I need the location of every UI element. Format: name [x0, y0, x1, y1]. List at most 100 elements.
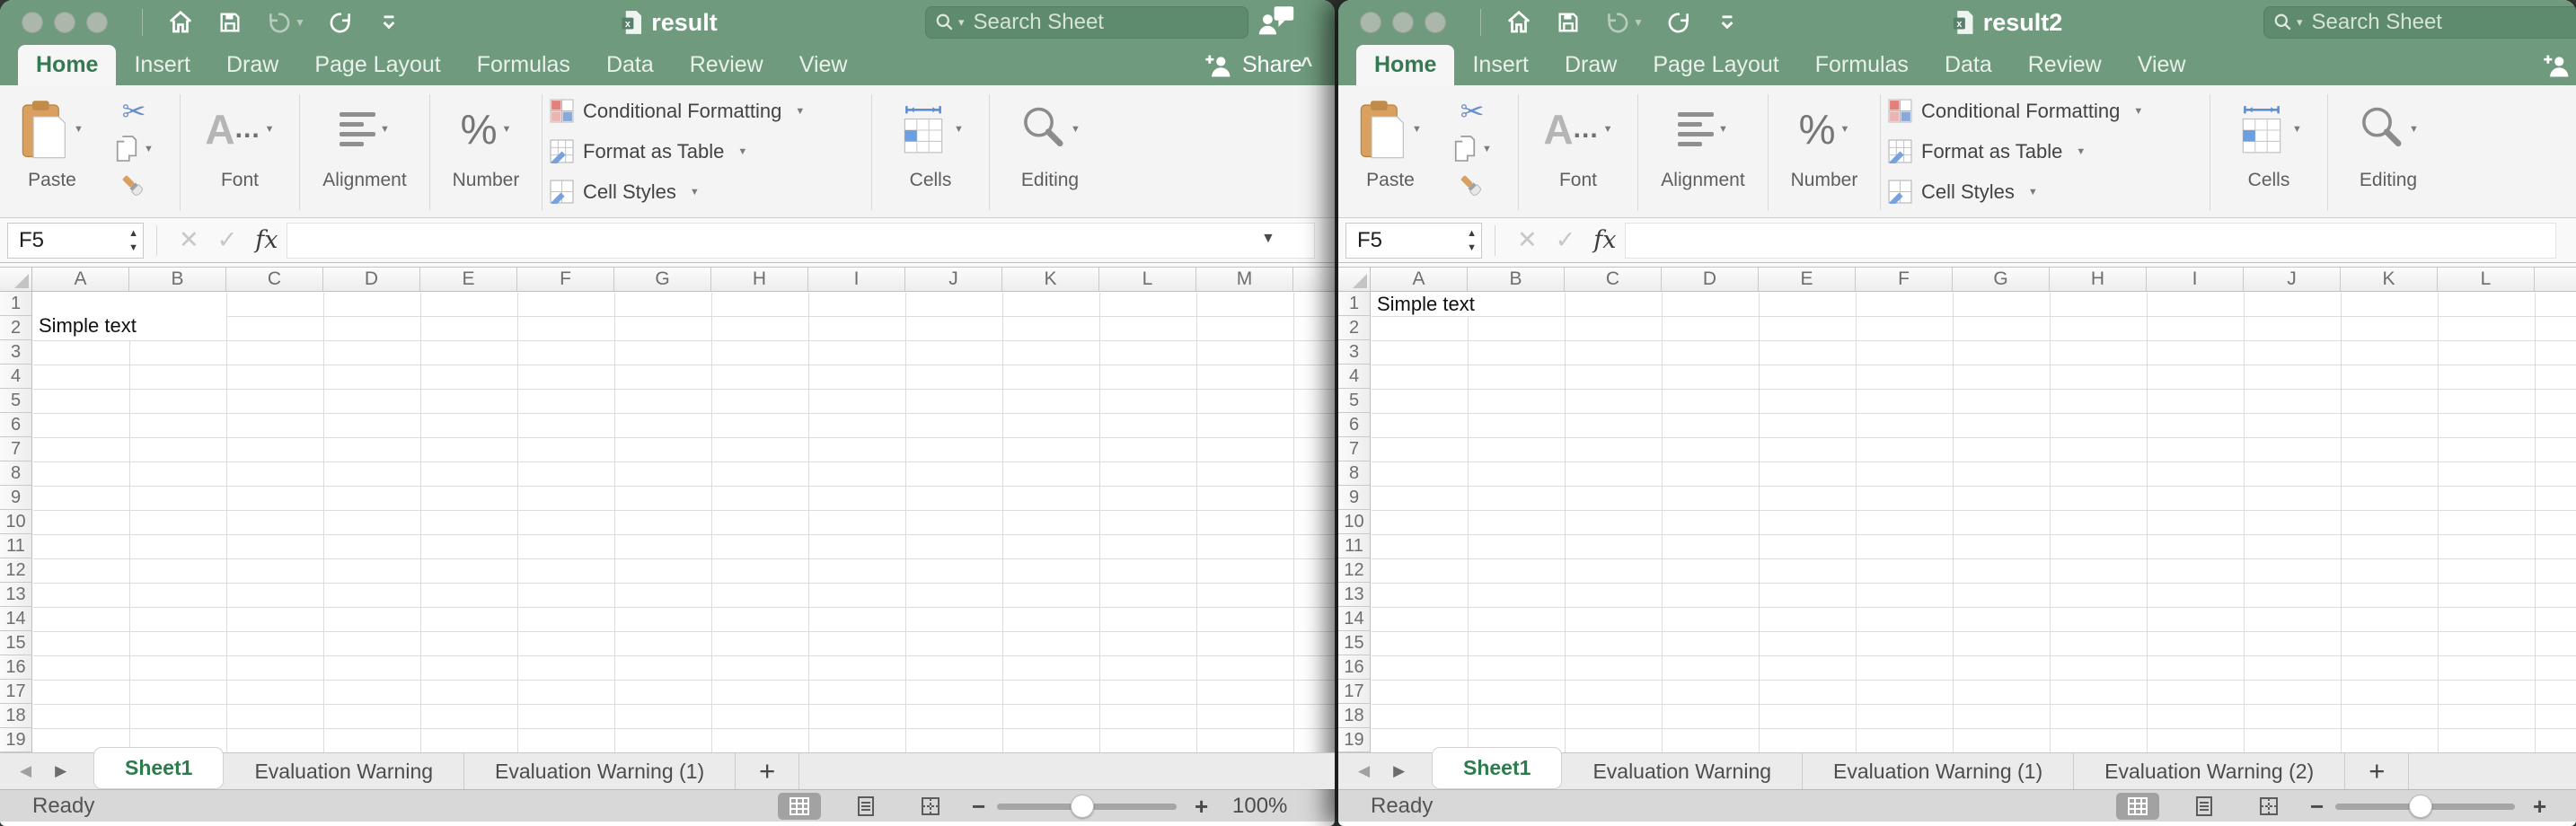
ribbon-tab[interactable]: Formulas: [1797, 45, 1927, 85]
sheet-tab[interactable]: Evaluation Warning (1): [1803, 753, 2074, 789]
ribbon-tab[interactable]: View: [2120, 45, 2204, 85]
cell-A1[interactable]: Simple text: [1372, 293, 1566, 317]
column-header[interactable]: F: [517, 268, 614, 291]
ribbon-tab[interactable]: Review: [672, 45, 781, 85]
formula-input[interactable]: [1625, 223, 2556, 259]
stepper-down-icon[interactable]: ▼: [128, 241, 138, 255]
cell-styles-button[interactable]: Cell Styles ▼: [550, 171, 700, 212]
insert-function-button[interactable]: fx: [1593, 226, 1616, 254]
cut-button[interactable]: ✂: [122, 92, 146, 130]
normal-view-button[interactable]: [778, 793, 821, 820]
next-sheet-arrow[interactable]: ▶: [55, 762, 66, 780]
row-header[interactable]: 7: [0, 437, 31, 461]
row-header[interactable]: 8: [1338, 461, 1370, 486]
cells-caret[interactable]: ▼: [954, 124, 964, 135]
row-header[interactable]: 3: [1338, 340, 1370, 365]
copy-button[interactable]: ▼: [1452, 130, 1492, 168]
column-header[interactable]: L: [2438, 268, 2535, 291]
column-header[interactable]: B: [129, 268, 226, 291]
page-layout-view-button[interactable]: [844, 793, 887, 820]
row-header[interactable]: 9: [0, 486, 31, 510]
copy-button[interactable]: ▼: [114, 130, 154, 168]
cancel-entry-button[interactable]: ✕: [1517, 226, 1538, 254]
cells-group[interactable]: ▼ Cells: [879, 85, 982, 217]
stepper-up-icon[interactable]: ▲: [128, 226, 138, 241]
zoom-window-button[interactable]: [86, 12, 108, 33]
column-header[interactable]: H: [2050, 268, 2147, 291]
row-header[interactable]: 10: [1338, 510, 1370, 534]
row-header[interactable]: 16: [1338, 655, 1370, 680]
row-header[interactable]: 1: [0, 292, 31, 316]
row-header[interactable]: 13: [0, 583, 31, 607]
home-quick-button[interactable]: [1505, 9, 1532, 36]
row-header[interactable]: 18: [1338, 704, 1370, 728]
cell-styles-button[interactable]: Cell Styles ▼: [1888, 171, 2038, 212]
sheet-tab[interactable]: Evaluation Warning: [1562, 753, 1803, 789]
format-as-table-button[interactable]: Format as Table ▼: [550, 131, 747, 171]
undo-menu-caret[interactable]: ▼: [1633, 16, 1644, 29]
row-header[interactable]: 16: [0, 655, 31, 680]
undo-button[interactable]: ▼: [1604, 10, 1644, 35]
insert-function-button[interactable]: fx: [255, 226, 278, 254]
font-caret[interactable]: ▼: [265, 124, 275, 135]
editing-group[interactable]: ▼ Editing: [997, 85, 1103, 217]
share-button[interactable]: Share: [1204, 45, 1302, 85]
number-caret[interactable]: ▼: [1840, 124, 1850, 135]
ribbon-tab[interactable]: Draw: [1547, 45, 1635, 85]
cell-grid[interactable]: Simple text: [1372, 293, 2576, 752]
formula-expand-caret[interactable]: ▼: [1261, 231, 1275, 247]
row-header[interactable]: 15: [0, 631, 31, 655]
row-header[interactable]: 14: [1338, 607, 1370, 631]
zoom-in-button[interactable]: +: [2533, 790, 2546, 822]
formula-input[interactable]: [287, 223, 1315, 259]
ribbon-tab[interactable]: Insert: [116, 45, 208, 85]
column-header[interactable]: J: [2244, 268, 2341, 291]
ribbon-tab[interactable]: Insert: [1454, 45, 1547, 85]
sheet-tab[interactable]: Sheet1: [1432, 747, 1562, 789]
ribbon-tab[interactable]: Review: [2010, 45, 2120, 85]
copy-caret[interactable]: ▼: [144, 144, 154, 154]
next-sheet-arrow[interactable]: ▶: [1393, 762, 1405, 780]
format-painter-button[interactable]: [120, 168, 147, 206]
alignment-caret[interactable]: ▼: [380, 124, 390, 135]
conditional-formatting-button[interactable]: Conditional Formatting ▼: [1888, 91, 2143, 131]
row-header[interactable]: 15: [1338, 631, 1370, 655]
stepper-down-icon[interactable]: ▼: [1467, 241, 1477, 255]
search-sheet-box[interactable]: ▾ Search Sheet: [2263, 6, 2576, 39]
column-header[interactable]: B: [1468, 268, 1565, 291]
confirm-entry-button[interactable]: ✓: [217, 226, 238, 254]
zoom-slider-thumb[interactable]: [2409, 795, 2432, 818]
add-sheet-button[interactable]: +: [736, 753, 799, 789]
zoom-percentage[interactable]: 100%: [1232, 790, 1287, 822]
sheet-tab[interactable]: Evaluation Warning: [224, 753, 464, 789]
name-box[interactable]: F5 ▲ ▼: [1345, 223, 1482, 259]
paste-caret[interactable]: ▼: [1412, 124, 1422, 135]
column-header[interactable]: F: [1856, 268, 1953, 291]
page-break-view-button[interactable]: [2247, 793, 2290, 820]
row-header[interactable]: 19: [0, 728, 31, 752]
format-as-table-caret[interactable]: ▼: [2076, 146, 2086, 157]
zoom-out-button[interactable]: −: [2310, 790, 2324, 822]
ribbon-tab[interactable]: Draw: [208, 45, 296, 85]
add-sheet-button[interactable]: +: [2345, 753, 2409, 789]
zoom-slider-thumb[interactable]: [1071, 795, 1094, 818]
row-header[interactable]: 17: [0, 680, 31, 704]
ribbon-tab[interactable]: Page Layout: [296, 45, 458, 85]
ribbon-tab[interactable]: View: [781, 45, 866, 85]
prev-sheet-arrow[interactable]: ◀: [1358, 762, 1370, 780]
row-header[interactable]: 6: [0, 413, 31, 437]
number-group[interactable]: % ▼ Number: [1776, 85, 1873, 217]
column-header[interactable]: M: [2535, 268, 2576, 291]
format-as-table-caret[interactable]: ▼: [737, 146, 747, 157]
name-box[interactable]: F5 ▲ ▼: [7, 223, 144, 259]
prev-sheet-arrow[interactable]: ◀: [20, 762, 31, 780]
minimize-window-button[interactable]: [1392, 12, 1414, 33]
confirm-entry-button[interactable]: ✓: [1556, 226, 1576, 254]
font-group[interactable]: A ... ▼ Font: [1526, 85, 1630, 217]
row-header[interactable]: 4: [1338, 365, 1370, 389]
cells-caret[interactable]: ▼: [2292, 124, 2302, 135]
cells-group[interactable]: ▼ Cells: [2218, 85, 2320, 217]
cancel-entry-button[interactable]: ✕: [179, 226, 199, 254]
font-caret[interactable]: ▼: [1603, 124, 1613, 135]
number-group[interactable]: % ▼ Number: [437, 85, 534, 217]
